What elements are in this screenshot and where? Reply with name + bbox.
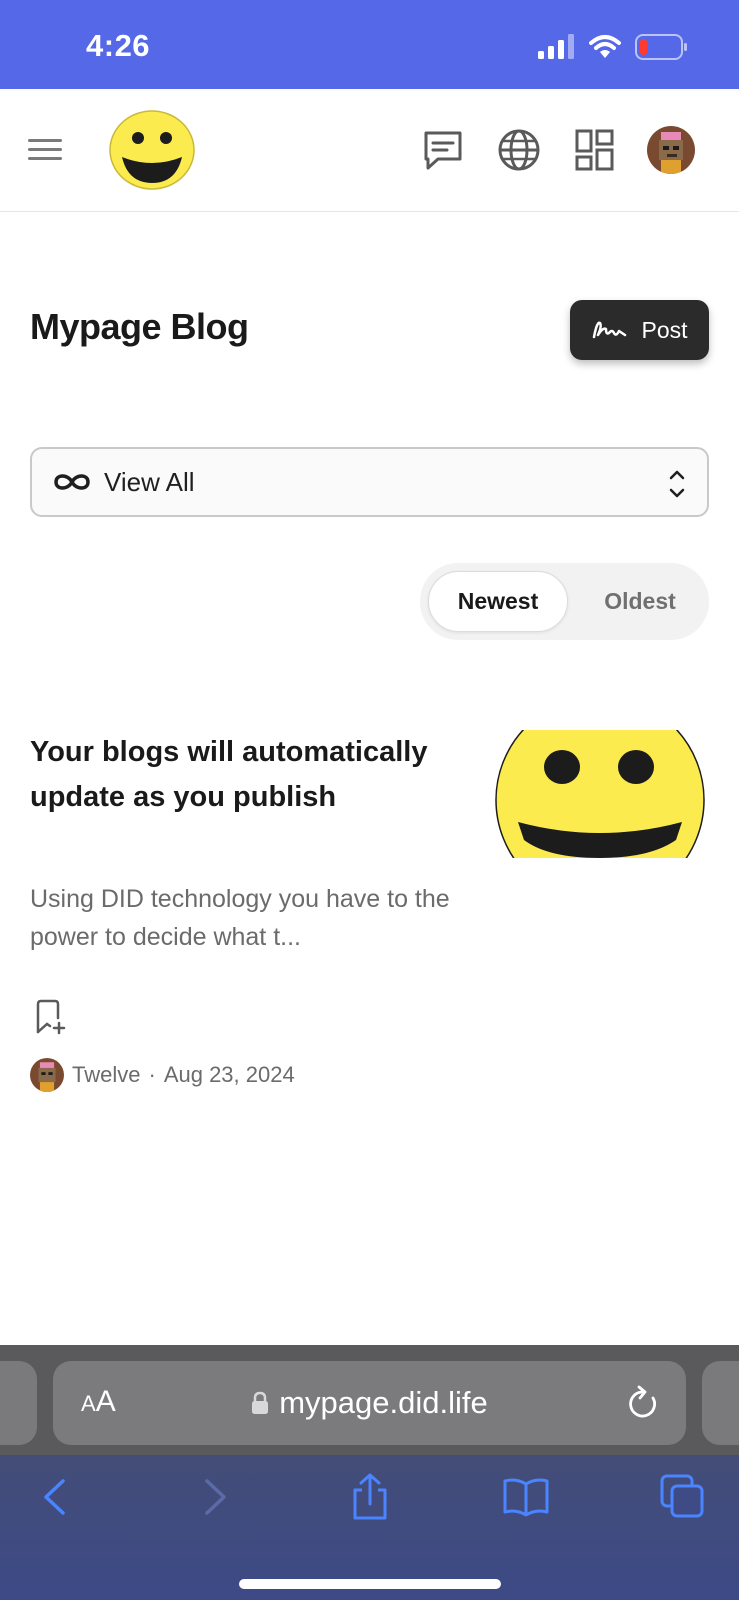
category-select-value: View All <box>104 466 195 497</box>
previous-tab-preview[interactable] <box>0 1361 37 1445</box>
post-date: Aug 23, 2024 <box>163 1062 295 1087</box>
back-button[interactable] <box>30 1472 80 1522</box>
share-button[interactable] <box>345 1472 395 1522</box>
reload-icon <box>629 1385 656 1418</box>
blog-post-card[interactable]: Your blogs will automatically update as … <box>30 730 710 1100</box>
messages-button[interactable] <box>420 127 466 173</box>
user-avatar-button[interactable] <box>647 126 695 174</box>
forward-button[interactable] <box>190 1472 240 1522</box>
bookmark-plus-icon <box>36 999 66 1035</box>
address-bar[interactable]: AA mypage.did.life <box>53 1361 686 1445</box>
chat-icon <box>424 131 462 170</box>
post-meta-row: Twelve · Aug 23, 2024 <box>30 1058 295 1092</box>
url-display[interactable]: mypage.did.life <box>53 1385 686 1421</box>
pixel-avatar-icon <box>30 1058 64 1092</box>
chevron-right-icon <box>205 1479 226 1515</box>
lock-icon <box>252 1391 269 1414</box>
status-bar: 4:26 <box>0 0 739 89</box>
chevron-left-icon <box>44 1479 65 1515</box>
globe-icon <box>498 129 540 171</box>
bookmark-add-button[interactable] <box>34 998 68 1036</box>
browser-toolbar: AA mypage.did.life <box>0 1345 739 1600</box>
hamburger-menu-icon <box>28 139 62 160</box>
category-select[interactable]: View All <box>30 447 709 517</box>
tabs-button[interactable] <box>658 1472 708 1522</box>
blog-post-excerpt: Using DID technology you have to the pow… <box>30 885 450 951</box>
book-icon <box>503 1478 549 1517</box>
page-title: Mypage Blog <box>30 306 249 347</box>
post-button[interactable]: Post <box>570 300 709 360</box>
wifi-icon <box>589 35 621 58</box>
post-button-label: Post <box>641 316 688 343</box>
share-icon <box>353 1473 387 1520</box>
sort-oldest-button[interactable]: Oldest <box>580 571 700 632</box>
author-avatar[interactable] <box>30 1058 64 1092</box>
meta-separator: · <box>148 1062 156 1087</box>
infinity-icon <box>54 474 90 490</box>
signature-icon <box>593 321 627 339</box>
language-button[interactable] <box>496 127 542 173</box>
reload-button[interactable] <box>626 1385 660 1421</box>
tabs-icon <box>660 1474 704 1518</box>
blog-post-title[interactable]: Your blogs will automatically update as … <box>30 730 450 820</box>
chevron-up-down-icon <box>669 470 685 498</box>
browser-address-area: AA mypage.did.life <box>0 1345 739 1455</box>
blog-post-thumbnail[interactable] <box>490 730 710 858</box>
hamburger-menu-button[interactable] <box>26 131 66 167</box>
battery-low-icon <box>635 34 687 60</box>
sort-newest-button[interactable]: Newest <box>428 571 568 632</box>
smiley-face-icon <box>109 110 195 190</box>
smiley-logo[interactable] <box>108 109 196 191</box>
author-name[interactable]: Twelve <box>72 1062 140 1088</box>
cellular-signal-icon <box>538 34 574 59</box>
url-text: mypage.did.life <box>279 1385 488 1420</box>
bookmarks-button[interactable] <box>501 1472 551 1522</box>
next-tab-preview[interactable] <box>702 1361 739 1445</box>
apps-grid-button[interactable] <box>572 127 618 173</box>
grid-icon <box>575 129 614 171</box>
status-time: 4:26 <box>86 28 151 63</box>
smiley-thumbnail-image <box>495 730 705 858</box>
status-icons <box>537 34 689 60</box>
home-indicator <box>239 1579 501 1589</box>
sort-toggle: Newest Oldest <box>420 563 709 640</box>
pixel-avatar-icon <box>647 126 695 174</box>
app-header <box>0 89 739 212</box>
